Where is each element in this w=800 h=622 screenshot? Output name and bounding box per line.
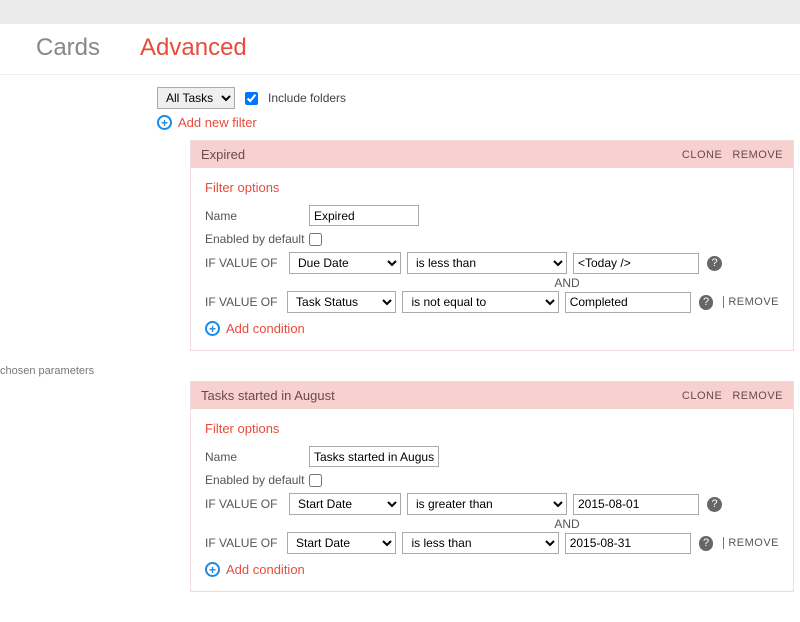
filter-card: Tasks started in August CLONE REMOVE Fil… [190,381,794,592]
condition-operator-select[interactable]: is not equal to [402,291,558,313]
condition-row: IF VALUE OF Task Status is not equal to … [205,291,779,313]
condition-operator-select[interactable]: is less than [407,252,567,274]
enabled-checkbox[interactable] [309,474,322,487]
filter-card-body: Filter options Name Enabled by default I… [191,168,793,350]
side-hint-text: chosen parameters [0,365,94,377]
help-icon[interactable]: ? [699,536,714,551]
condition-operator-select[interactable]: is greater than [407,493,567,515]
help-icon[interactable]: ? [699,295,714,310]
add-condition-row: + Add condition [205,562,779,577]
plus-icon[interactable]: + [205,562,220,577]
help-icon[interactable]: ? [707,256,722,271]
filter-name-input[interactable] [309,205,419,226]
datasource-row: All Tasks Include folders [157,87,800,109]
condition-field-select[interactable]: Start Date [289,493,401,515]
enabled-label: Enabled by default [205,473,309,487]
enabled-label: Enabled by default [205,232,309,246]
filter-options-heading: Filter options [205,180,779,195]
filter-card: Expired CLONE REMOVE Filter options Name… [190,140,794,351]
include-folders-label: Include folders [268,91,346,105]
condition-row: IF VALUE OF Start Date is greater than ? [205,493,779,515]
condition-field-select[interactable]: Task Status [287,291,396,313]
enabled-checkbox[interactable] [309,233,322,246]
name-label: Name [205,450,309,464]
tab-strip: Cards Advanced [0,24,800,75]
remove-filter-button[interactable]: REMOVE [732,390,783,402]
if-value-of-label: IF VALUE OF [205,536,281,550]
add-filter-row: + Add new filter [157,115,800,130]
condition-field-select[interactable]: Due Date [289,252,401,274]
remove-filter-button[interactable]: REMOVE [732,149,783,161]
remove-condition-button[interactable]: REMOVE [723,296,779,308]
filter-title: Tasks started in August [201,388,672,403]
help-icon[interactable]: ? [707,497,722,512]
filter-card-header: Expired CLONE REMOVE [191,141,793,168]
datasource-select[interactable]: All Tasks [157,87,235,109]
filter-card-body: Filter options Name Enabled by default I… [191,409,793,591]
filter-name-input[interactable] [309,446,439,467]
remove-condition-button[interactable]: REMOVE [723,537,779,549]
tab-cards[interactable]: Cards [36,34,100,62]
clone-button[interactable]: CLONE [682,390,722,402]
clone-button[interactable]: CLONE [682,149,722,161]
condition-row: IF VALUE OF Due Date is less than ? [205,252,779,274]
plus-icon[interactable]: + [205,321,220,336]
tab-advanced[interactable]: Advanced [140,34,247,62]
include-folders-checkbox[interactable] [245,92,258,105]
if-value-of-label: IF VALUE OF [205,497,283,511]
if-value-of-label: IF VALUE OF [205,256,283,270]
condition-field-select[interactable]: Start Date [287,532,396,554]
condition-value-input[interactable] [573,253,699,274]
condition-value-input[interactable] [565,533,691,554]
add-condition-link[interactable]: Add condition [226,321,305,336]
and-separator: AND [205,517,779,531]
add-new-filter-link[interactable]: Add new filter [178,115,257,130]
condition-value-input[interactable] [573,494,699,515]
condition-operator-select[interactable]: is less than [402,532,558,554]
condition-row: IF VALUE OF Start Date is less than ? RE… [205,532,779,554]
plus-icon[interactable]: + [157,115,172,130]
add-condition-row: + Add condition [205,321,779,336]
window-titlebar [0,0,800,24]
condition-value-input[interactable] [565,292,691,313]
filters-list: Expired CLONE REMOVE Filter options Name… [190,140,794,592]
add-condition-link[interactable]: Add condition [226,562,305,577]
if-value-of-label: IF VALUE OF [205,295,281,309]
filter-card-header: Tasks started in August CLONE REMOVE [191,382,793,409]
name-label: Name [205,209,309,223]
and-separator: AND [205,276,779,290]
filter-title: Expired [201,147,672,162]
filter-options-heading: Filter options [205,421,779,436]
